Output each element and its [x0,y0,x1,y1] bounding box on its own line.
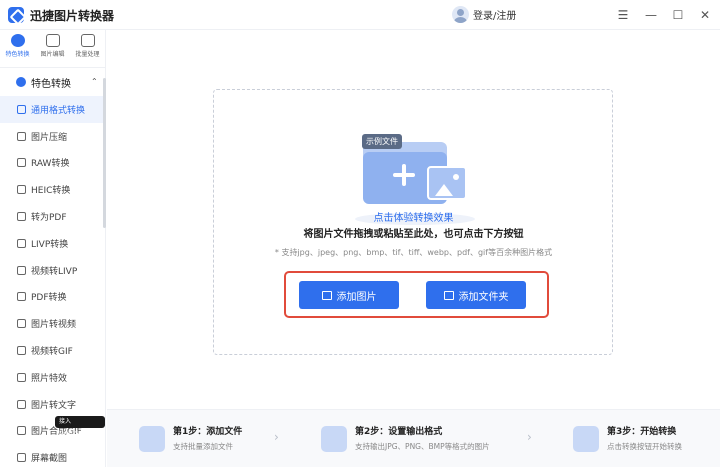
sidebar-item[interactable]: HEIC转换 [0,176,105,203]
sidebar-item-icon [17,212,26,222]
login-button[interactable]: 登录/注册 [452,6,516,23]
sample-file-tag: 示例文件 [362,134,402,149]
sidebar-item-icon [17,265,26,275]
sidebar-item-icon [17,426,26,436]
sidebar-item[interactable]: 屏幕截图 [0,444,105,471]
step-title: 第3步：开始转换 [607,427,677,437]
title-bar: 迅捷图片转换器 登录/注册 ☰ — ☐ ✕ [0,0,720,30]
settings-gear-icon [321,426,347,452]
sidebar-item-label: PDF转换 [31,293,67,304]
add-folder-label: 添加文件夹 [458,291,509,303]
folder-add-icon [443,290,454,300]
sidebar-item-label: 视频转LIVP [31,266,78,277]
step-3: 第3步：开始转换 点击转换按钮开始转换 [573,424,682,452]
sidebar-item-label: 屏幕截图 [31,454,68,465]
tab-label: 图片编辑 [40,51,65,58]
sidebar-item-icon [17,453,26,463]
tab-batch-process[interactable]: 批量处理 [70,30,105,67]
sidebar-item-icon [17,346,26,356]
sidebar-item[interactable]: 照片特效 [0,364,105,391]
sidebar-scrollbar[interactable] [103,78,106,228]
tab-label: 特色转换 [5,51,30,58]
sidebar-item[interactable]: 视频转GIF [0,337,105,364]
feature-convert-icon [16,77,26,87]
chevron-up-icon: ⌃ [91,77,98,86]
feature-convert-icon [10,34,25,47]
image-icon [321,290,332,300]
sidebar-item-icon [17,238,26,248]
sidebar-item-label: RAW转换 [31,159,70,170]
steps-footer: 第1步：添加文件 支持批量添加文件 › 第2步：设置输出格式 支持输出JPG、P… [107,409,720,467]
sidebar-item-label: 图片压缩 [31,132,68,143]
chevron-right-icon: › [274,430,279,444]
sidebar-item-label: HEIC转换 [31,186,71,197]
image-edit-icon [45,34,60,47]
sidebar-item-label: 通用格式转换 [31,105,86,116]
app-title: 迅捷图片转换器 [30,9,115,23]
section-label: 特色转换 [31,78,71,90]
chevron-right-icon: › [527,430,532,444]
sidebar-item[interactable]: 转为PDF [0,203,105,230]
sidebar-item-label: 图片转视频 [31,320,77,331]
sidebar-item-icon [17,372,26,382]
tab-image-edit[interactable]: 图片编辑 [35,30,70,67]
step-1: 第1步：添加文件 支持批量添加文件 [139,424,242,452]
convert-icon [573,426,599,452]
batch-process-icon [80,34,95,47]
top-tabs: 特色转换 图片编辑 批量处理 [0,30,105,68]
tab-feature-convert[interactable]: 特色转换 [0,30,35,67]
sidebar-item-icon [17,292,26,302]
sidebar-item-icon [17,399,26,409]
add-image-button[interactable]: 添加图片 [299,281,399,309]
sidebar-item-label: LIVP转换 [31,239,69,250]
add-folder-button[interactable]: 添加文件夹 [426,281,526,309]
plus-icon-bar [393,173,415,177]
sidebar-item[interactable]: RAW转换 [0,150,105,177]
sidebar-item[interactable]: LIVP转换 [0,230,105,257]
sidebar-item[interactable]: 通用格式转换 [0,96,105,123]
sidebar-item-label: 图片转文字 [31,400,77,411]
step-desc: 支持批量添加文件 [173,442,233,451]
login-label: 登录/注册 [473,11,517,22]
demo-link[interactable]: 点击体验转换效果 [107,209,720,224]
menu-button[interactable]: ☰ [615,7,631,23]
sidebar: 特色转换 图片编辑 批量处理 特色转换 ⌃ 通用格式转换 图片压缩 RAW转换 HEI… [0,30,106,467]
sidebar-item-icon [17,185,26,195]
step-desc: 点击转换按钮开始转换 [607,442,682,451]
sidebar-item-label: 照片特效 [31,373,68,384]
sidebar-item[interactable]: 视频转LIVP [0,257,105,284]
drop-hint: 将图片文件拖拽或粘贴至此处，也可点击下方按钮 [303,229,524,240]
sidebar-item-icon [17,131,26,141]
sidebar-nav: 通用格式转换 图片压缩 RAW转换 HEIC转换 转为PDF LIVP转换 视频转LIVP P… [0,96,105,471]
maximize-button[interactable]: ☐ [670,7,686,23]
step-2: 第2步：设置输出格式 支持输出JPG、PNG、BMP等格式的图片 [321,424,490,452]
tab-label: 批量处理 [75,51,100,58]
deepseek-badge: 接入 DeepSeek V3 [55,416,105,437]
sidebar-item[interactable]: 图片转文字 [0,391,105,418]
supported-formats: * 支持jpg、jpeg、png、bmp、tif、tiff、webp、pdf、g… [274,248,553,257]
sidebar-item-label: 视频转GIF [31,347,73,358]
step-title: 第2步：设置输出格式 [355,427,443,437]
sidebar-item-icon [17,319,26,329]
app-logo-icon [8,7,24,23]
minimize-button[interactable]: — [643,7,659,23]
sidebar-item-icon [17,158,26,168]
step-desc: 支持输出JPG、PNG、BMP等格式的图片 [355,442,490,451]
sidebar-item-label: 转为PDF [31,213,67,224]
sidebar-item[interactable]: PDF转换 [0,284,105,311]
sidebar-item[interactable]: 图片压缩 [0,123,105,150]
sidebar-item-icon [17,104,26,114]
step-title: 第1步：添加文件 [173,427,243,437]
add-file-icon [139,426,165,452]
close-button[interactable]: ✕ [697,7,713,23]
sidebar-item[interactable]: 图片转视频 [0,310,105,337]
sidebar-section-header[interactable]: 特色转换 ⌃ [0,68,105,96]
image-icon [427,166,467,200]
add-image-label: 添加图片 [336,291,377,303]
avatar [452,6,469,23]
main-panel: 示例文件 点击体验转换效果 将图片文件拖拽或粘贴至此处，也可点击下方按钮 * 支… [107,31,720,409]
